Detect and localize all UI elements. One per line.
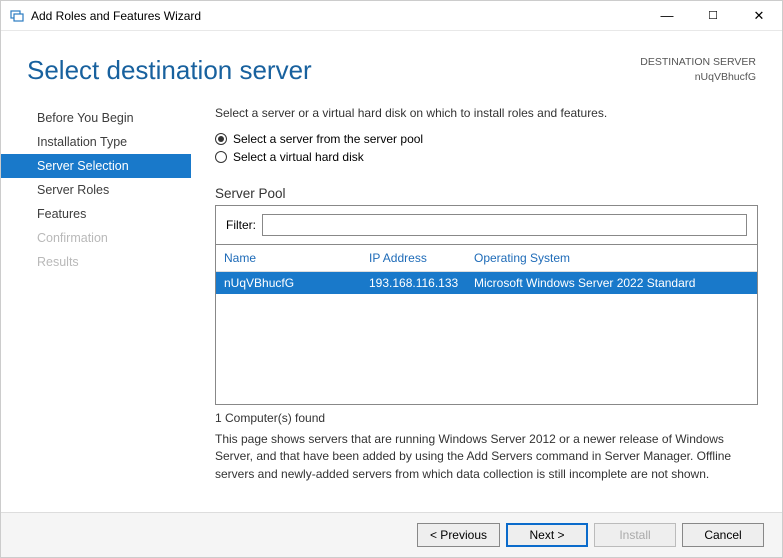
filter-box: Filter: <box>215 205 758 245</box>
sidebar-item-results: Results <box>1 250 191 274</box>
page-title: Select destination server <box>27 55 640 86</box>
radio-vhd[interactable]: Select a virtual hard disk <box>215 150 758 164</box>
radio-server-pool[interactable]: Select a server from the server pool <box>215 132 758 146</box>
destination-info: DESTINATION SERVER nUqVBhucfG <box>640 55 756 84</box>
table-header: Name IP Address Operating System <box>216 245 757 272</box>
close-button[interactable]: ✕ <box>736 1 782 31</box>
radio-label: Select a virtual hard disk <box>233 150 364 164</box>
next-button[interactable]: Next > <box>506 523 588 547</box>
main-panel: Select a server or a virtual hard disk o… <box>191 104 782 512</box>
sidebar-item-server-selection[interactable]: Server Selection <box>1 154 191 178</box>
page-header: Select destination server DESTINATION SE… <box>1 31 782 104</box>
cell-name: nUqVBhucfG <box>224 276 369 290</box>
destination-label: DESTINATION SERVER <box>640 55 756 70</box>
previous-button[interactable]: < Previous <box>417 523 500 547</box>
server-pool-label: Server Pool <box>215 186 758 201</box>
cell-os: Microsoft Windows Server 2022 Standard <box>474 276 749 290</box>
instruction-text: Select a server or a virtual hard disk o… <box>215 106 758 120</box>
footer: < Previous Next > Install Cancel <box>1 512 782 557</box>
cell-ip: 193.168.116.133 <box>369 276 474 290</box>
computer-count: 1 Computer(s) found <box>215 411 758 425</box>
radio-icon <box>215 151 227 163</box>
info-text: This page shows servers that are running… <box>215 431 758 483</box>
install-button: Install <box>594 523 676 547</box>
destination-value: nUqVBhucfG <box>640 70 756 85</box>
titlebar: Add Roles and Features Wizard — ☐ ✕ <box>1 1 782 31</box>
filter-input[interactable] <box>262 214 747 236</box>
sidebar-item-features[interactable]: Features <box>1 202 191 226</box>
col-header-ip[interactable]: IP Address <box>369 251 474 265</box>
sidebar-item-server-roles[interactable]: Server Roles <box>1 178 191 202</box>
minimize-button[interactable]: — <box>644 1 690 31</box>
maximize-button[interactable]: ☐ <box>690 1 736 31</box>
sidebar: Before You Begin Installation Type Serve… <box>1 104 191 512</box>
table-row[interactable]: nUqVBhucfG 193.168.116.133 Microsoft Win… <box>216 272 757 294</box>
cancel-button[interactable]: Cancel <box>682 523 764 547</box>
app-icon <box>9 8 25 24</box>
sidebar-item-before-you-begin[interactable]: Before You Begin <box>1 106 191 130</box>
sidebar-item-installation-type[interactable]: Installation Type <box>1 130 191 154</box>
filter-label: Filter: <box>226 218 256 232</box>
window-title: Add Roles and Features Wizard <box>31 9 201 23</box>
radio-label: Select a server from the server pool <box>233 132 423 146</box>
window-controls: — ☐ ✕ <box>644 1 782 31</box>
col-header-name[interactable]: Name <box>224 251 369 265</box>
sidebar-item-confirmation: Confirmation <box>1 226 191 250</box>
server-table: Name IP Address Operating System nUqVBhu… <box>215 245 758 405</box>
wizard-body: Before You Begin Installation Type Serve… <box>1 104 782 512</box>
radio-icon <box>215 133 227 145</box>
col-header-os[interactable]: Operating System <box>474 251 749 265</box>
